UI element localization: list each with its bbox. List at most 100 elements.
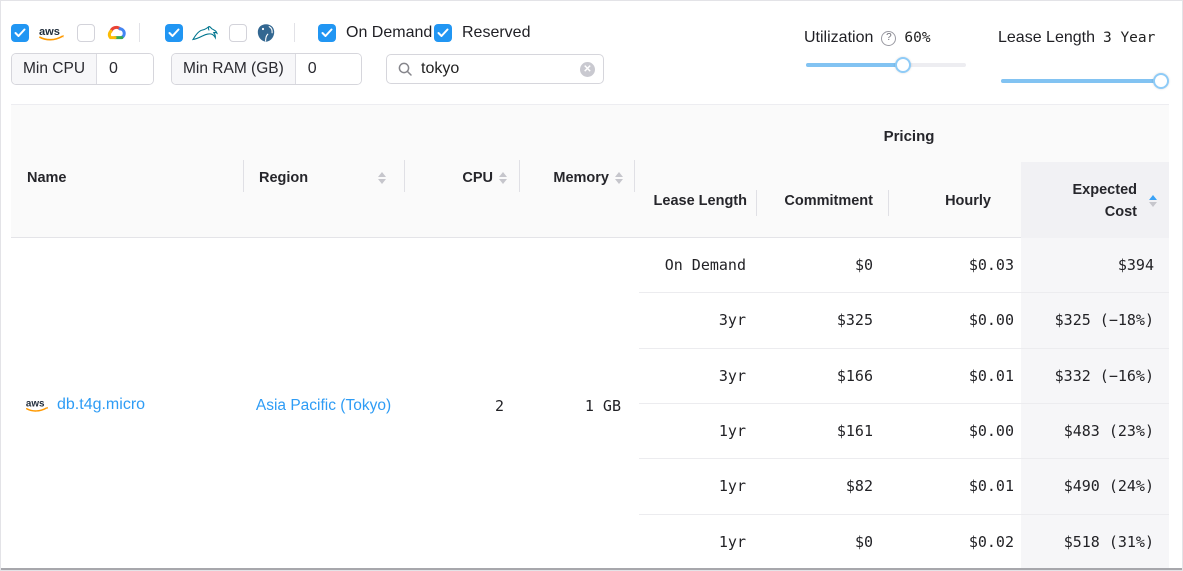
- pricing-rows: On Demand $0 $0.03 $394 3yr $325 $0.00 $…: [639, 238, 1169, 569]
- instance-name-cell: aws db.t4g.micro: [25, 396, 145, 414]
- column-divider: [756, 190, 757, 216]
- column-header-lease-length[interactable]: Lease Length: [639, 162, 756, 239]
- hourly-value: $0.02: [888, 533, 1021, 551]
- svg-text:aws: aws: [39, 26, 60, 38]
- gcp-logo-icon: [104, 24, 127, 42]
- lease-length-value: On Demand: [639, 256, 756, 274]
- expected-cost-value: $394: [1021, 256, 1169, 274]
- expected-cost-value: $490 (24%): [1021, 477, 1169, 495]
- column-divider: [888, 190, 889, 216]
- lease-length-value: 1yr: [639, 477, 756, 495]
- checkmark-icon: [321, 28, 333, 38]
- slider-fill: [1001, 79, 1161, 83]
- pricing-group-header: Pricing: [649, 128, 1169, 145]
- checkmark-icon: [437, 28, 449, 38]
- hourly-value: $0.00: [888, 311, 1021, 329]
- pricing-row: 3yr $166 $0.01 $332 (−16%): [639, 349, 1169, 404]
- bottom-border: [1, 568, 1182, 570]
- lease-length-label: Lease Length: [998, 29, 1095, 47]
- lease-length-value: 1yr: [639, 422, 756, 440]
- utilization-slider[interactable]: [806, 57, 966, 73]
- column-divider: [404, 160, 405, 192]
- mysql-checkbox[interactable]: [165, 24, 183, 42]
- column-header-hourly[interactable]: Hourly: [888, 162, 1021, 239]
- filter-divider: [294, 23, 295, 42]
- pricing-type-reserved: Reserved: [434, 23, 530, 43]
- min-cpu-label: Min CPU: [12, 54, 97, 84]
- min-cpu-input[interactable]: [97, 54, 153, 84]
- on-demand-label: On Demand: [346, 24, 432, 42]
- region-cell[interactable]: Asia Pacific (Tokyo): [243, 397, 404, 415]
- column-header-name[interactable]: Name: [27, 163, 67, 193]
- commitment-value: $82: [756, 477, 888, 495]
- utilization-label: Utilization: [804, 29, 873, 47]
- utilization-slider-thumb[interactable]: [895, 57, 911, 73]
- column-divider: [243, 160, 244, 192]
- lease-length-control-labels: Lease Length 3 Year: [998, 29, 1155, 47]
- instance-name-link[interactable]: db.t4g.micro: [57, 396, 145, 414]
- sort-icon: [499, 172, 507, 184]
- lease-length-value: 3yr: [639, 311, 756, 329]
- lease-length-slider-thumb[interactable]: [1153, 73, 1169, 89]
- postgresql-checkbox[interactable]: [229, 24, 247, 42]
- sort-icon: [378, 172, 386, 184]
- commitment-value: $0: [756, 256, 888, 274]
- table-body: aws db.t4g.micro Asia Pacific (Tokyo) 2 …: [11, 238, 1169, 569]
- postgresql-elephant-icon: [256, 23, 276, 43]
- svg-text:aws: aws: [26, 399, 45, 410]
- column-header-commitment[interactable]: Commitment: [756, 162, 888, 239]
- memory-cell: 1 GB: [519, 397, 634, 415]
- app-window: aws: [0, 0, 1183, 571]
- reserved-checkbox[interactable]: [434, 24, 452, 42]
- hourly-value: $0.01: [888, 367, 1021, 385]
- sort-icon-active: [1149, 195, 1157, 207]
- commitment-value: $166: [756, 367, 888, 385]
- column-header-cpu[interactable]: CPU: [404, 163, 519, 193]
- gcp-checkbox[interactable]: [77, 24, 95, 42]
- pricing-row: 1yr $161 $0.00 $483 (23%): [639, 404, 1169, 459]
- commitment-value: $0: [756, 533, 888, 551]
- pricing-row: 3yr $325 $0.00 $325 (−18%): [639, 293, 1169, 348]
- lease-length-value: 3yr: [639, 367, 756, 385]
- lease-length-slider[interactable]: [1001, 73, 1169, 89]
- column-header-region[interactable]: Region: [243, 163, 404, 193]
- expected-cost-value: $518 (31%): [1021, 533, 1169, 551]
- utilization-control-labels: Utilization ? 60%: [804, 29, 931, 47]
- provider-filter-gcp: [77, 23, 127, 43]
- column-header-memory[interactable]: Memory: [519, 163, 634, 193]
- table-header: Pricing Name Region CPU Memory Lease Len…: [11, 104, 1169, 238]
- aws-logo-icon: aws: [38, 24, 65, 42]
- hourly-value: $0.00: [888, 422, 1021, 440]
- mysql-dolphin-icon: [192, 25, 218, 42]
- help-icon[interactable]: ?: [881, 31, 896, 46]
- provider-filter-aws: aws: [11, 23, 65, 43]
- on-demand-checkbox[interactable]: [318, 24, 336, 42]
- pricing-row: 1yr $0 $0.02 $518 (31%): [639, 515, 1169, 569]
- slider-fill: [806, 63, 903, 67]
- min-ram-input[interactable]: [296, 54, 361, 84]
- commitment-value: $161: [756, 422, 888, 440]
- lease-length-value: 1yr: [639, 533, 756, 551]
- column-divider: [634, 160, 635, 192]
- pricing-row: 1yr $82 $0.01 $490 (24%): [639, 459, 1169, 514]
- pricing-row: On Demand $0 $0.03 $394: [639, 238, 1169, 293]
- search-input[interactable]: [421, 60, 572, 78]
- checkmark-icon: [14, 28, 26, 38]
- search-icon: [397, 61, 413, 77]
- aws-checkbox[interactable]: [11, 24, 29, 42]
- min-cpu-filter: Min CPU: [11, 53, 154, 85]
- hourly-value: $0.01: [888, 477, 1021, 495]
- expected-cost-value: $325 (−18%): [1021, 311, 1169, 329]
- clear-search-icon[interactable]: ✕: [580, 62, 595, 77]
- pricing-type-on-demand: On Demand: [318, 23, 432, 43]
- hourly-value: $0.03: [888, 256, 1021, 274]
- engine-filter-postgresql: [229, 23, 276, 43]
- search-box: ✕: [386, 54, 604, 84]
- utilization-value: 60%: [904, 30, 930, 46]
- expected-cost-value: $332 (−16%): [1021, 367, 1169, 385]
- lease-length-value: 3 Year: [1103, 30, 1155, 46]
- checkmark-icon: [168, 28, 180, 38]
- column-header-expected-cost[interactable]: Expected Cost: [1021, 162, 1169, 239]
- commitment-value: $325: [756, 311, 888, 329]
- reserved-label: Reserved: [462, 24, 530, 42]
